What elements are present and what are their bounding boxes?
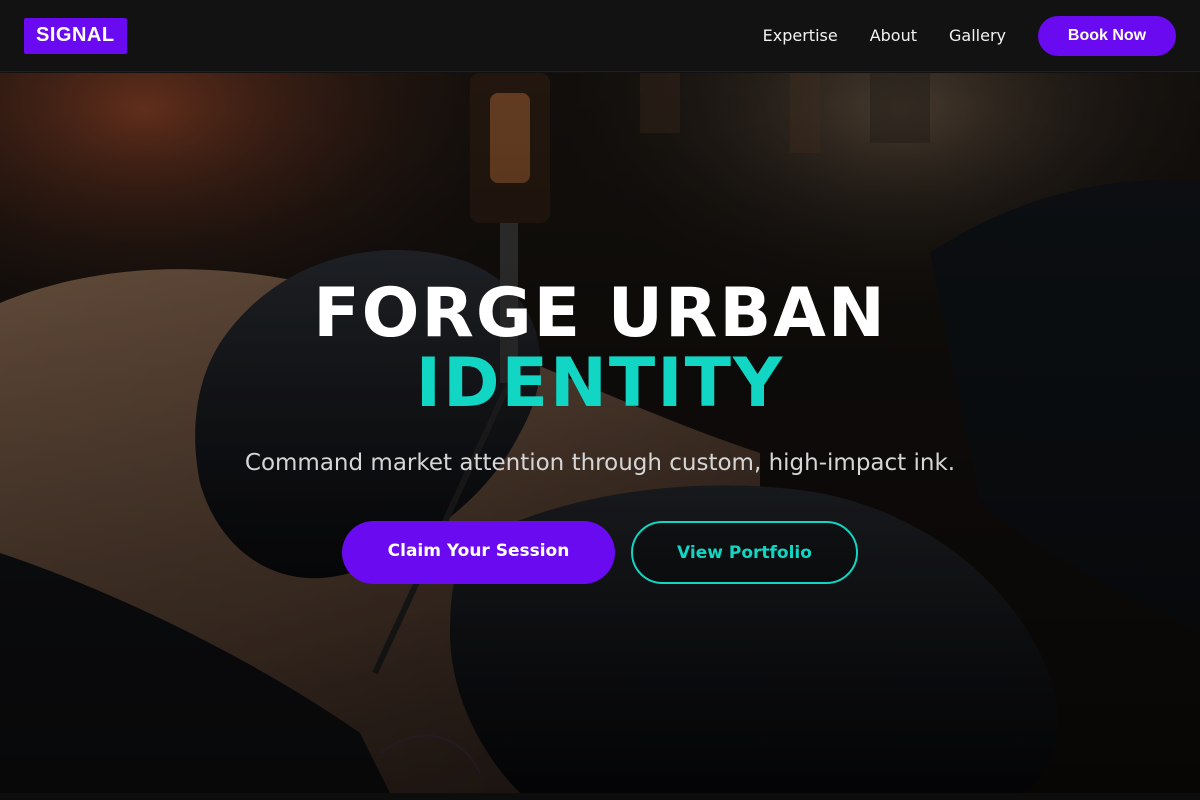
- view-portfolio-button[interactable]: View Portfolio: [631, 521, 858, 584]
- page-bottom-edge: [0, 793, 1200, 800]
- nav-link-gallery[interactable]: Gallery: [949, 26, 1006, 45]
- hero-subtitle: Command market attention through custom,…: [244, 450, 956, 476]
- nav-link-expertise[interactable]: Expertise: [763, 26, 838, 45]
- nav-link-about[interactable]: About: [870, 26, 917, 45]
- logo[interactable]: SIGNAL: [24, 17, 127, 54]
- headline-line-1: FORGE URBAN: [313, 274, 887, 353]
- hero-headline: FORGE URBAN IDENTITY: [0, 279, 1200, 419]
- book-now-button[interactable]: Book Now: [1038, 15, 1176, 56]
- site-header: SIGNAL Expertise About Gallery Book Now: [0, 0, 1200, 72]
- claim-session-button[interactable]: Claim Your Session: [342, 521, 615, 584]
- hero-cta-row: Claim Your Session View Portfolio: [0, 521, 1200, 584]
- main-nav: Expertise About Gallery Book Now: [763, 15, 1176, 56]
- hero-section: FORGE URBAN IDENTITY Command market atte…: [0, 73, 1200, 793]
- hero-content: FORGE URBAN IDENTITY Command market atte…: [0, 73, 1200, 793]
- headline-line-2: IDENTITY: [415, 344, 785, 423]
